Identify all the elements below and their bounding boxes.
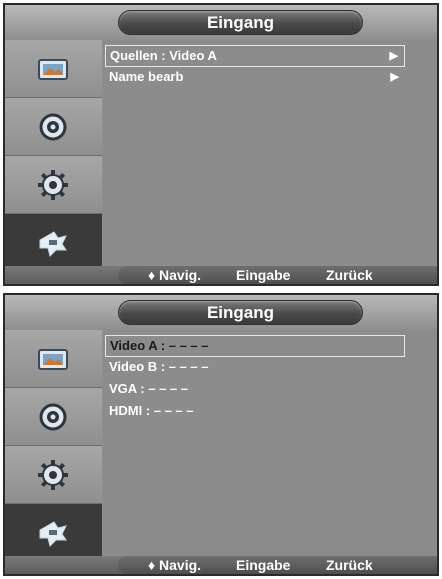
menu-item-hdmi[interactable]: HDMI : – – – –	[105, 401, 405, 423]
menu-item-label: VGA : – – – –	[109, 381, 188, 396]
footer: ♦ Navig. Eingabe Zurück	[5, 556, 437, 574]
sidebar-item-sound[interactable]	[5, 98, 102, 156]
menu-item-label: Video B : – – – –	[109, 359, 209, 374]
picture-icon	[38, 59, 68, 80]
footer: ♦ Navig. Eingabe Zurück	[5, 266, 437, 284]
menu-item-vga[interactable]: VGA : – – – –	[105, 379, 405, 401]
play-arrow-icon: ▶	[390, 71, 399, 83]
input-icon	[39, 521, 67, 547]
hint-back: Zurück	[326, 267, 373, 283]
sidebar-item-sound[interactable]	[5, 388, 102, 446]
menu-content: Quellen : Video A ▶ Name bearb ▶	[103, 40, 437, 272]
menu-screen-input-main: Eingang Quellen: Video A ▶ Name bearb ▶…	[3, 3, 439, 286]
menu-item-video-b[interactable]: Video B : – – – –	[105, 357, 405, 379]
menu-item-name-bearb[interactable]: Name bearb ▶	[105, 67, 405, 89]
setup-icon	[38, 460, 68, 490]
hint-navigate: ♦ Navig.	[148, 267, 202, 283]
hint-enter: Eingabe	[236, 267, 291, 283]
sidebar-item-setup[interactable]	[5, 446, 102, 504]
sound-icon	[39, 113, 67, 141]
sidebar-item-input[interactable]	[5, 214, 102, 272]
menu-title: Eingang	[118, 300, 363, 325]
menu-item-quellen[interactable]: Quellen : Video A ▶	[105, 45, 405, 67]
sidebar-item-picture[interactable]	[5, 330, 102, 388]
picture-icon	[38, 349, 68, 370]
setup-icon	[38, 170, 68, 200]
menu-title: Eingang	[118, 10, 363, 35]
title-bar: Eingang	[5, 5, 437, 40]
input-icon	[39, 231, 67, 257]
sound-icon	[39, 403, 67, 431]
footer-hints: ♦ Navig. Eingabe Zurück	[118, 556, 437, 574]
menu-item-label: HDMI : – – – –	[109, 403, 194, 418]
menu-item-label: Name bearb	[109, 69, 184, 84]
menu-item-video-a[interactable]: Video A : – – – –	[105, 335, 405, 357]
hint-back: Zurück	[326, 557, 373, 573]
footer-hints: ♦ Navig. Eingabe Zurück	[118, 266, 437, 284]
menu-content: Video A : – – – – Video B : – – – – VGA …	[103, 330, 437, 562]
sidebar-item-setup[interactable]	[5, 156, 102, 214]
play-arrow-icon: ▶	[389, 50, 398, 62]
menu-item-label: Quellen : Video A	[110, 48, 217, 63]
title-bar: Eingang	[5, 295, 437, 330]
sidebar-item-input[interactable]	[5, 504, 102, 562]
menu-screen-input-names: Eingang Video A: – – – – Video B: – – …	[3, 293, 439, 576]
hint-navigate: ♦ Navig.	[148, 557, 202, 573]
sidebar-item-picture[interactable]	[5, 40, 102, 98]
sidebar	[5, 40, 102, 272]
hint-enter: Eingabe	[236, 557, 291, 573]
menu-item-label: Video A : – – – –	[110, 338, 209, 353]
sidebar	[5, 330, 102, 562]
